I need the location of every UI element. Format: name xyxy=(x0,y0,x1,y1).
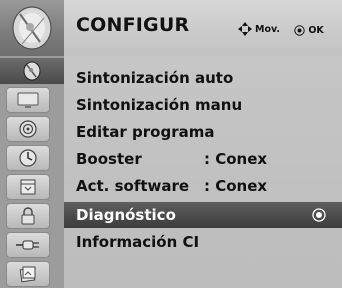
menu-item-label: Booster xyxy=(76,150,142,168)
input-plug-icon xyxy=(16,240,39,250)
satellite-dish-icon xyxy=(23,61,41,81)
move-hint: Mov. xyxy=(238,22,280,36)
sidebar-item-usb[interactable] xyxy=(6,261,50,287)
sidebar-item-setup[interactable] xyxy=(0,58,64,84)
menu-item-ci-information[interactable]: Información CI xyxy=(64,229,342,255)
usb-photo-icon xyxy=(19,266,36,283)
configur-menu: CONFIGUR Mov. OK Sintonización auto Sint… xyxy=(0,0,342,288)
menu-item-label: Sintonización manu xyxy=(76,96,243,114)
sidebar-item-lock[interactable] xyxy=(6,203,50,229)
sidebar-item-input[interactable] xyxy=(6,232,50,258)
satellite-dish-icon xyxy=(12,6,52,50)
menu-item-value: : Conex xyxy=(204,177,268,195)
padlock-icon xyxy=(21,207,35,225)
menu-item-value: : Conex xyxy=(204,150,268,168)
sidebar-item-picture[interactable] xyxy=(6,87,50,113)
calendar-icon xyxy=(20,179,36,195)
clock-icon xyxy=(19,149,37,167)
sidebar-item-audio[interactable] xyxy=(6,116,50,142)
ok-select-icon xyxy=(312,208,326,222)
menu-item-label: Información CI xyxy=(76,233,200,251)
menu-header: CONFIGUR Mov. OK xyxy=(64,0,342,56)
menu-item-label: Diagnóstico xyxy=(76,206,176,224)
menu-item-label: Editar programa xyxy=(76,123,215,141)
menu-item-manual-tuning[interactable]: Sintonización manu xyxy=(64,92,342,118)
ok-hint-label: OK xyxy=(308,25,324,36)
menu-item-programme-edit[interactable]: Editar programa xyxy=(64,119,342,145)
menu-item-booster[interactable]: Booster : Conex xyxy=(64,146,342,172)
ok-button-icon xyxy=(294,25,306,36)
menu-item-diagnostics[interactable]: Diagnóstico xyxy=(64,202,342,228)
menu-item-label: Act. software xyxy=(76,177,190,195)
tv-screen-icon xyxy=(17,92,39,108)
move-hint-label: Mov. xyxy=(255,23,281,35)
setup-category-panel xyxy=(0,0,64,56)
category-sidebar xyxy=(0,56,64,288)
menu-title: CONFIGUR xyxy=(76,14,190,36)
menu-item-label: Sintonización auto xyxy=(76,69,234,87)
four-way-arrows-icon xyxy=(238,22,252,36)
key-hints: Mov. OK xyxy=(238,22,324,39)
menu-item-software-update[interactable]: Act. software : Conex xyxy=(64,173,342,199)
menu-list: Sintonización auto Sintonización manu Ed… xyxy=(64,56,342,288)
speaker-icon xyxy=(19,120,37,138)
ok-hint: OK xyxy=(294,25,324,36)
sidebar-item-option[interactable] xyxy=(6,174,50,200)
menu-item-auto-tuning[interactable]: Sintonización auto xyxy=(64,65,342,91)
sidebar-item-time[interactable] xyxy=(6,145,50,171)
